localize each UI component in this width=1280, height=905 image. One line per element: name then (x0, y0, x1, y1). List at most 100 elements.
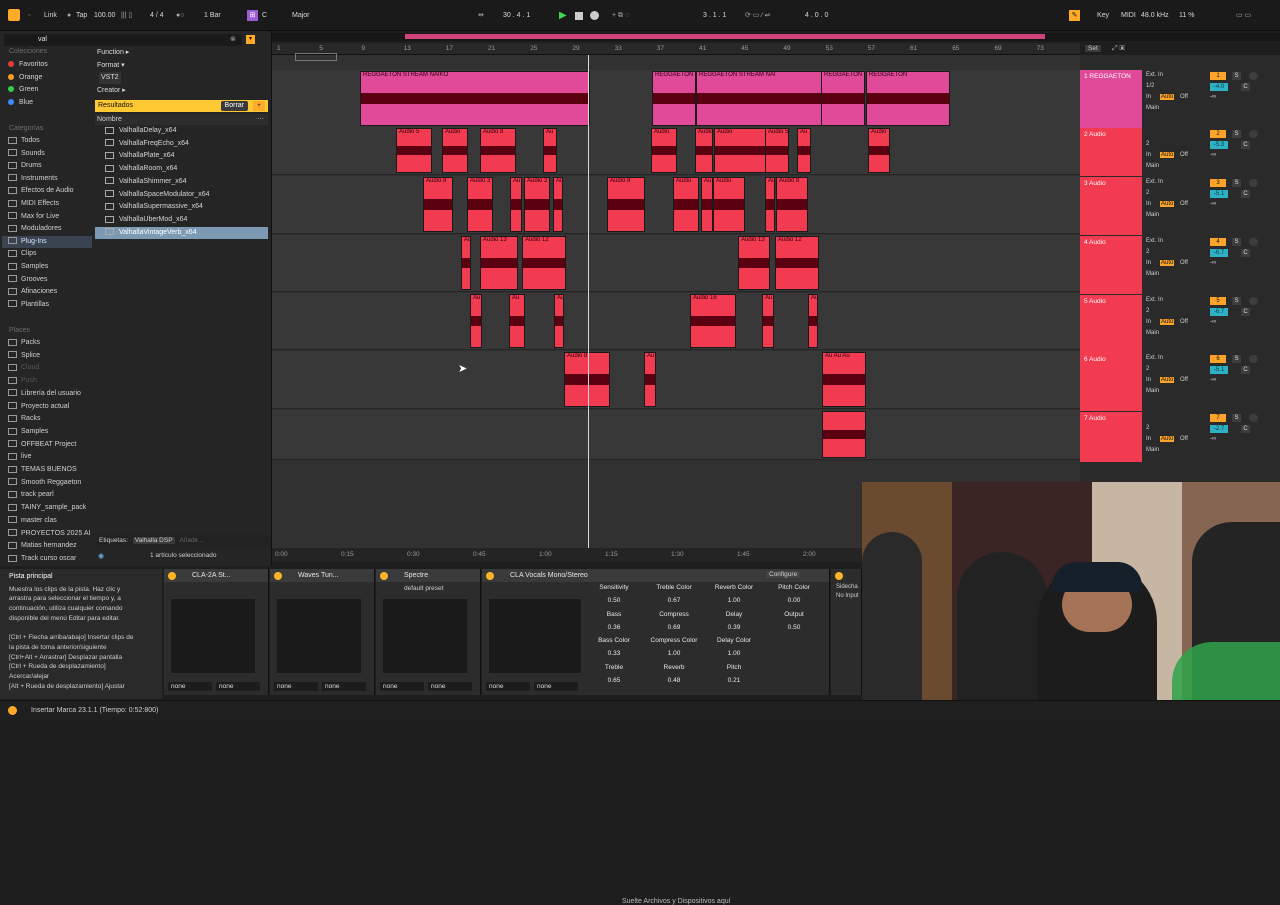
macro-knob[interactable]: 0.00 (766, 597, 822, 604)
track-monitor-off[interactable]: Off (1180, 319, 1188, 325)
place-tainy-sample-pack[interactable]: TAINY_sample_pack (8, 502, 86, 514)
audio-clip[interactable]: Audio 12 (775, 236, 819, 290)
more-options-icon[interactable]: ⋯ (257, 114, 264, 125)
collection-blue[interactable]: Blue (8, 97, 33, 109)
place-temas-buenos[interactable]: TEMAS BUENOS (8, 464, 77, 476)
solo-button[interactable]: S (1232, 355, 1241, 363)
audio-clip[interactable]: REGGAETON STREAM NAIKO (360, 71, 590, 126)
loop-start-field[interactable]: 3 . 1 . 1 (703, 10, 726, 21)
device-input-select[interactable]: none (380, 682, 424, 691)
audio-clip[interactable]: Au (797, 128, 811, 173)
place-matias-hernandez[interactable]: Matias hernandez (8, 540, 77, 552)
device-output-select[interactable]: none (534, 682, 578, 691)
place-track-pearl[interactable]: track pearl (8, 489, 54, 501)
audio-clip[interactable]: Au (509, 294, 525, 348)
audio-clip[interactable]: Audio (713, 177, 745, 232)
cue-button[interactable]: C (1241, 190, 1250, 198)
audio-clip[interactable]: REGGAETON (652, 71, 696, 126)
macro-knob[interactable]: 0.69 (646, 624, 702, 631)
device-waves-tune[interactable]: Waves Tun... none none (270, 569, 375, 695)
track-name[interactable]: 1 REGGAETON (1081, 70, 1143, 80)
track-input-type[interactable]: Ext. In (1146, 297, 1163, 303)
collection-orange[interactable]: Orange (8, 72, 42, 84)
audio-clip[interactable]: Audio (651, 128, 677, 173)
track-monitor-off[interactable]: Off (1180, 152, 1188, 158)
device-power-icon[interactable] (274, 572, 282, 580)
plugin-file[interactable]: ValhallaPlate_x64 (105, 150, 175, 162)
arm-button[interactable] (1249, 355, 1258, 363)
time-signature[interactable]: 4 / 4 (150, 10, 164, 21)
place-offbeat-project[interactable]: OFFBEAT Project (8, 439, 76, 451)
device-input-select[interactable]: none (168, 682, 212, 691)
audio-clip[interactable] (822, 411, 866, 458)
device-output-select[interactable]: none (322, 682, 366, 691)
arm-button[interactable] (1249, 130, 1258, 138)
key-root-select[interactable]: C (262, 10, 267, 21)
track-input-channel[interactable]: 2 (1146, 366, 1149, 372)
track-name[interactable]: 4 Audio (1081, 236, 1143, 246)
audio-clip[interactable]: Audio (695, 128, 713, 173)
category-grooves[interactable]: Grooves (8, 274, 47, 286)
cue-button[interactable]: C (1241, 425, 1250, 433)
category-drums[interactable]: Drums (8, 160, 42, 172)
track-name[interactable]: 3 Audio (1081, 177, 1143, 187)
track-lane[interactable]: Au Audio 13 Audio 12 Audio 13 Audio 12 (272, 235, 1080, 292)
plugin-file[interactable]: ValhallaFreqEcho_x64 (105, 138, 189, 150)
loop-switch-icon[interactable]: ⟳ ▭ ∕ ⇌ (745, 10, 770, 21)
track-volume[interactable]: -5.1 (1210, 366, 1228, 374)
track-input-channel[interactable]: 2 (1146, 249, 1149, 255)
add-filter-icon[interactable]: + (253, 101, 265, 111)
track-volume[interactable]: -6.7 (1210, 249, 1228, 257)
audio-clip[interactable]: Audio 8 (776, 177, 808, 232)
place-track-curso-oscar[interactable]: Track curso oscar (8, 553, 76, 565)
solo-button[interactable]: S (1232, 179, 1241, 187)
solo-button[interactable]: S (1232, 130, 1241, 138)
expand-icon[interactable]: ⤢ ▣ (1112, 45, 1125, 53)
audio-clip[interactable]: REGGAETON (821, 71, 865, 126)
track-activator[interactable]: 5 (1210, 297, 1226, 305)
cue-button[interactable]: C (1241, 249, 1250, 257)
track-output[interactable]: Main (1146, 271, 1159, 277)
draw-mode-icon[interactable]: ✎ (1069, 10, 1080, 21)
audio-clip[interactable]: Audio 3 (524, 177, 550, 232)
track-input-channel[interactable]: 1/2 (1146, 83, 1154, 89)
track-input-type[interactable]: Ext. In (1146, 72, 1163, 78)
arm-button[interactable] (1249, 72, 1258, 80)
device-output-select[interactable]: none (216, 682, 260, 691)
track-lane[interactable]: Au Au Au Audio 16 Au Au (272, 293, 1080, 350)
place-smooth-reggaeton[interactable]: Smooth Reggaeton (8, 477, 81, 489)
bar-ruler[interactable]: 1 5 9 13 17 21 25 29 33 37 41 45 49 53 57 61 65 69 73 (272, 43, 1080, 55)
cue-button[interactable]: C (1241, 83, 1250, 91)
macro-knob[interactable]: 0.36 (586, 624, 642, 631)
track-output[interactable]: Main (1146, 330, 1159, 336)
cue-button[interactable]: C (1241, 141, 1250, 149)
live-logo-icon[interactable] (8, 9, 20, 21)
plugin-file[interactable]: ValhallaShimmer_x64 (105, 176, 187, 188)
stop-button[interactable] (575, 12, 583, 20)
audio-clip[interactable]: Audio (714, 128, 766, 173)
macro-knob[interactable]: 1.00 (646, 650, 702, 657)
category-moduladores[interactable]: Moduladores (8, 223, 61, 235)
track-name[interactable]: 2 Audio (1081, 128, 1143, 138)
track-input-channel[interactable]: 2 (1146, 141, 1149, 147)
macro-knob[interactable]: 1.00 (706, 650, 762, 657)
place-racks[interactable]: Racks (8, 413, 40, 425)
audio-clip[interactable]: Au (701, 177, 713, 232)
solo-button[interactable]: S (1232, 414, 1241, 422)
audio-clip[interactable]: REGGAETON STREAM NAI (696, 71, 822, 126)
macro-knob[interactable]: 0.50 (586, 597, 642, 604)
solo-button[interactable]: S (1232, 72, 1241, 80)
audio-clip[interactable]: Audio 8 (423, 177, 453, 232)
audio-clip[interactable]: Au (543, 128, 557, 173)
category-efectos-de-audio[interactable]: Efectos de Audio (8, 185, 74, 197)
place-splice[interactable]: Splice (8, 350, 40, 362)
track-lane[interactable] (272, 410, 1080, 460)
set-button[interactable]: Set (1085, 45, 1101, 52)
track-input-channel[interactable]: 2 (1146, 425, 1149, 431)
macro-knob[interactable]: 0.39 (706, 624, 762, 631)
track-input-type[interactable]: Ext. In (1146, 179, 1163, 185)
place-master-clas[interactable]: master clas (8, 515, 57, 527)
name-column-header[interactable]: Nombre ⋯ (95, 114, 268, 125)
tempo-follow-icon[interactable]: ▫ (28, 10, 30, 21)
track-name[interactable]: 6 Audio (1081, 353, 1143, 363)
